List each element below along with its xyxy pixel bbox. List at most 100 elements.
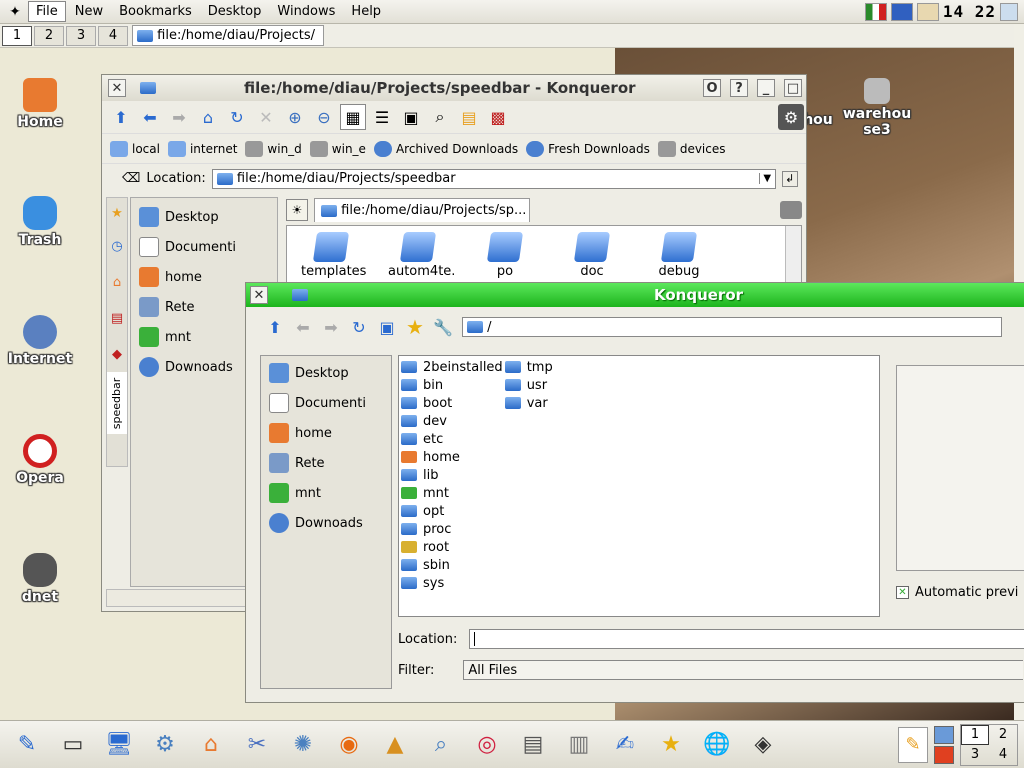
menu-new[interactable]: New bbox=[68, 2, 110, 21]
zoom-in-icon[interactable]: ⊕ bbox=[282, 104, 308, 130]
file-item[interactable]: bin bbox=[401, 376, 503, 394]
file-item[interactable]: root bbox=[401, 538, 503, 556]
bookmark-devices[interactable]: devices bbox=[657, 140, 726, 157]
home-tab-icon[interactable]: ⌂ bbox=[107, 264, 127, 300]
tab-speedbar[interactable]: file:/home/diau/Projects/sp... bbox=[314, 198, 530, 222]
back-window-titlebar[interactable]: ✕ file:/home/diau/Projects/speedbar - Ko… bbox=[102, 75, 806, 101]
konqueror-icon[interactable]: 🌐 bbox=[698, 726, 736, 764]
clear-location-icon[interactable]: ⌫ bbox=[122, 171, 140, 186]
task-button-konqueror[interactable]: file:/home/diau/Projects/ bbox=[132, 25, 324, 46]
sticky-button[interactable]: O bbox=[703, 79, 721, 97]
desktop-icon-warehouse3[interactable]: warehou se3 bbox=[842, 78, 912, 138]
filter-combo[interactable]: All Files bbox=[463, 660, 1024, 680]
desktop-3-button[interactable]: 3 bbox=[66, 25, 96, 46]
split-view-icon[interactable]: ▩ bbox=[485, 104, 511, 130]
file-item[interactable]: 2beinstalled bbox=[401, 358, 503, 376]
search-icon[interactable]: ⌕ bbox=[422, 726, 460, 764]
settings-icon[interactable]: ⚙ bbox=[146, 726, 184, 764]
speedbar-tab[interactable]: speedbar bbox=[107, 372, 127, 434]
menu-file[interactable]: File bbox=[28, 1, 66, 22]
go-icon[interactable]: ↲ bbox=[781, 170, 798, 187]
konsole-view-icon[interactable]: ▤ bbox=[456, 104, 482, 130]
klipper-icon[interactable] bbox=[916, 2, 939, 21]
pager-desktop-4[interactable]: 4 bbox=[989, 745, 1017, 765]
sidebar-item-rete[interactable]: Rete bbox=[261, 448, 391, 478]
file-item[interactable]: mnt bbox=[401, 484, 503, 502]
clock[interactable]: 14 22 bbox=[943, 2, 996, 21]
reload-icon[interactable]: ↻ bbox=[346, 314, 372, 340]
pager-desktop-1[interactable]: 1 bbox=[961, 724, 989, 745]
star-icon[interactable]: ★ bbox=[652, 726, 690, 764]
terminal-icon[interactable]: ▭ bbox=[54, 726, 92, 764]
zoom-out-icon[interactable]: ⊖ bbox=[311, 104, 337, 130]
desktop-icon-internet[interactable]: Internet bbox=[0, 315, 80, 367]
bookmark-win-e[interactable]: win_e bbox=[309, 140, 366, 157]
bookmark-win-d[interactable]: win_d bbox=[245, 140, 302, 157]
kmenu-icon[interactable]: ✦ bbox=[4, 2, 26, 22]
chevron-down-icon[interactable]: ▼ bbox=[758, 173, 775, 184]
new-tab-icon[interactable]: ☀ bbox=[286, 199, 308, 221]
menu-help[interactable]: Help bbox=[344, 2, 388, 21]
bookmark-archived-downloads[interactable]: Archived Downloads bbox=[373, 140, 518, 157]
floppy-icon[interactable]: ◈ bbox=[744, 726, 782, 764]
find-icon[interactable]: ⌕ bbox=[427, 104, 453, 130]
stop-icon[interactable]: ✕ bbox=[253, 104, 279, 130]
bookmark-fresh-downloads[interactable]: Fresh Downloads bbox=[526, 140, 650, 157]
file-item[interactable]: proc bbox=[401, 520, 503, 538]
file-item[interactable]: usr bbox=[504, 376, 553, 394]
up-icon[interactable]: ⬆ bbox=[108, 104, 134, 130]
menu-windows[interactable]: Windows bbox=[270, 2, 342, 21]
bookmarks-tab-icon[interactable]: ★ bbox=[107, 198, 127, 228]
minimize-button[interactable]: _ bbox=[757, 79, 775, 97]
checkbox-checked-icon[interactable]: ✕ bbox=[896, 586, 909, 599]
file-item[interactable]: etc bbox=[401, 430, 503, 448]
file-item[interactable]: sys bbox=[401, 574, 503, 592]
kwrite-icon[interactable]: ✎ bbox=[8, 726, 46, 764]
help-button[interactable]: ? bbox=[730, 79, 748, 97]
sidebar-item-home[interactable]: home bbox=[261, 418, 391, 448]
file-item[interactable]: lib bbox=[401, 466, 503, 484]
back-icon[interactable]: ⬅ bbox=[290, 314, 316, 340]
sidebar-item-downoads[interactable]: Downoads bbox=[261, 508, 391, 538]
ark-icon[interactable]: ▲ bbox=[376, 726, 414, 764]
reload-icon[interactable]: ↻ bbox=[224, 104, 250, 130]
sidebar-item-desktop[interactable]: Desktop bbox=[131, 202, 277, 232]
desktop-2-button[interactable]: 2 bbox=[34, 25, 64, 46]
location-input[interactable]: file:/home/diau/Projects/speedbar ▼ bbox=[211, 168, 776, 189]
pager-desktop-2[interactable]: 2 bbox=[989, 725, 1017, 745]
network-icon[interactable]: ✺ bbox=[284, 726, 322, 764]
file-item[interactable]: sbin bbox=[401, 556, 503, 574]
cd-icon[interactable]: ◎ bbox=[468, 726, 506, 764]
harddisk-icon[interactable]: ▥ bbox=[560, 726, 598, 764]
image-view-icon[interactable]: ▣ bbox=[398, 104, 424, 130]
services-tab-icon[interactable]: ◆ bbox=[107, 336, 127, 372]
media-tab-icon[interactable]: ▤ bbox=[107, 300, 127, 336]
home-icon[interactable]: ⌂ bbox=[192, 726, 230, 764]
file-item[interactable]: var bbox=[504, 394, 553, 412]
new-folder-icon[interactable]: ▣ bbox=[374, 314, 400, 340]
front-window-titlebar[interactable]: ✕ Konqueror bbox=[246, 283, 1024, 307]
menu-desktop[interactable]: Desktop bbox=[201, 2, 269, 21]
home-icon[interactable]: ⌂ bbox=[195, 104, 221, 130]
lock-icon[interactable] bbox=[934, 725, 954, 744]
desktop-icon-home[interactable]: Home bbox=[0, 78, 80, 130]
back-icon[interactable]: ⬅ bbox=[137, 104, 163, 130]
wrench-icon[interactable]: 🔧 bbox=[430, 314, 456, 340]
desktop-icon-trash[interactable]: Trash bbox=[0, 196, 80, 248]
file-item[interactable]: dev bbox=[401, 412, 503, 430]
maximize-button[interactable]: □ bbox=[784, 79, 802, 97]
keyboard-layout-icon[interactable] bbox=[864, 2, 887, 21]
desktop-icon-opera[interactable]: Opera bbox=[0, 434, 80, 486]
close-icon[interactable]: ✕ bbox=[250, 286, 268, 304]
desktop-4-button[interactable]: 4 bbox=[98, 25, 128, 46]
firefox-icon[interactable]: ◉ bbox=[330, 726, 368, 764]
file-item[interactable]: boot bbox=[401, 394, 503, 412]
tray-icon[interactable] bbox=[890, 2, 913, 21]
history-tab-icon[interactable]: ◷ bbox=[107, 228, 127, 264]
monitor-icon[interactable]: 🖥 bbox=[100, 726, 138, 764]
notes-icon[interactable]: ✎ bbox=[898, 726, 928, 763]
bookmarks-star-icon[interactable]: ★ bbox=[402, 314, 428, 340]
file-item[interactable]: home bbox=[401, 448, 503, 466]
pager-desktop-3[interactable]: 3 bbox=[961, 745, 989, 765]
automatic-preview-checkbox[interactable]: ✕ Automatic previ bbox=[896, 585, 1018, 600]
